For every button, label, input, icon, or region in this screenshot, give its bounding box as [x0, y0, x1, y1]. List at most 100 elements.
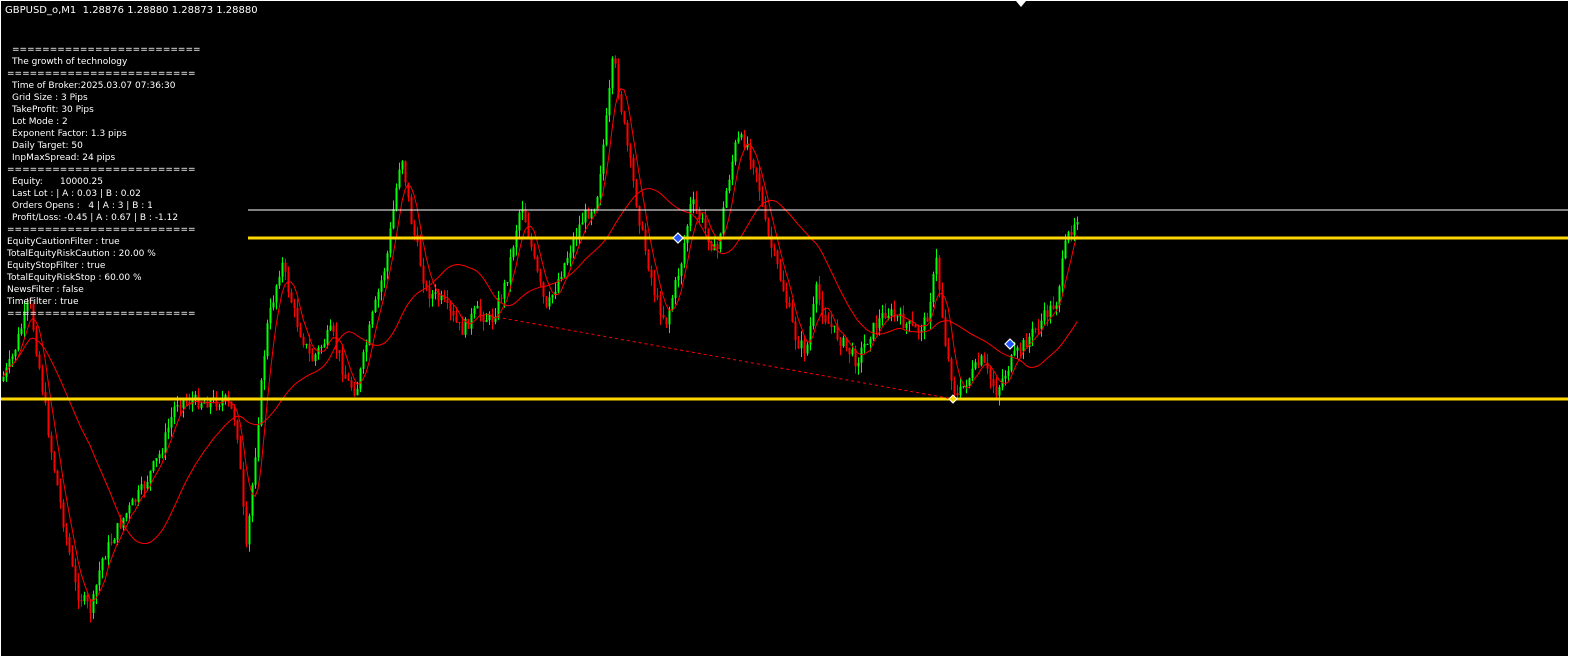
candle-body [524, 209, 527, 223]
candle-body [998, 387, 1001, 396]
candle-body [293, 302, 296, 308]
candle-body [566, 257, 569, 264]
candle-body [731, 161, 734, 180]
candle-body [323, 343, 326, 347]
candle-body [830, 323, 833, 328]
candle-body [269, 307, 272, 324]
candle-body [848, 347, 851, 355]
order-close-marker[interactable] [948, 394, 958, 404]
candle-body [272, 302, 275, 308]
candle-body [950, 358, 953, 381]
candle-body [935, 257, 938, 275]
candle-body [1040, 320, 1043, 329]
candle-body [608, 88, 611, 116]
candle-body [785, 291, 788, 303]
candle-body [668, 310, 671, 325]
candle-body [95, 585, 98, 595]
order-arrow-buy-marker[interactable] [672, 232, 684, 244]
candle-body [800, 340, 803, 349]
candle-body [164, 432, 167, 454]
candle-body [428, 287, 431, 299]
candle-body [335, 331, 338, 351]
candle-body [116, 523, 119, 540]
candle-body [311, 353, 314, 362]
candle-body [782, 279, 785, 292]
candle-body [623, 111, 626, 123]
candle-body [107, 542, 110, 559]
candle-body [1049, 305, 1052, 318]
candle-body [1016, 347, 1019, 351]
candle-body [446, 299, 449, 304]
candle-body [401, 161, 404, 170]
candle-body [173, 406, 176, 418]
candle-body [629, 145, 632, 159]
candle-body [350, 380, 353, 388]
candle-body [1019, 347, 1022, 352]
candle-body [599, 173, 602, 198]
candle-body [638, 206, 641, 226]
candle-body [479, 305, 482, 315]
candle-body [140, 484, 143, 491]
setting-lot-mode: Lot Mode : 2 [12, 117, 68, 127]
candle-body [1022, 339, 1025, 352]
candle-body [74, 565, 77, 583]
separator: ========================= [7, 165, 196, 175]
candle-body [14, 349, 17, 357]
candle-body [458, 322, 461, 324]
chart-shift-marker[interactable] [1016, 1, 1026, 7]
candle-body [131, 499, 134, 506]
setting-daily-target: Daily Target: 50 [12, 141, 83, 151]
candle-body [881, 312, 884, 319]
candle-body [242, 469, 245, 507]
candle-body [536, 256, 539, 272]
candle-body [938, 257, 941, 290]
candle-body [260, 380, 263, 426]
candle-body [695, 199, 698, 210]
order-arrow-sell-marker[interactable] [1004, 338, 1016, 350]
candle-body [797, 340, 800, 349]
candle-body [1004, 375, 1007, 379]
candle-body [362, 352, 365, 369]
candle-body [611, 58, 614, 89]
candle-body [86, 595, 89, 602]
candle-body [104, 558, 107, 560]
candle-body [701, 218, 704, 220]
candle-body [839, 339, 842, 347]
candle-body [743, 134, 746, 148]
candle-body [902, 313, 905, 329]
candle-body [572, 238, 575, 253]
candle-body [125, 513, 128, 518]
candle-body [632, 158, 635, 181]
candle-body [659, 297, 662, 316]
candle-body [239, 439, 242, 470]
candle-body [398, 169, 401, 188]
candle-body [257, 425, 260, 458]
candle-body [218, 405, 221, 407]
separator: ========================= [7, 69, 196, 79]
candle-body [509, 257, 512, 282]
stat-equity: Equity: 10000.25 [12, 177, 103, 187]
trend-line[interactable] [490, 315, 954, 400]
candle-body [539, 271, 542, 283]
candle-body [320, 346, 323, 348]
candle-body [683, 243, 686, 264]
chart-window[interactable]: GBPUSD_o,M1 1.28876 1.28880 1.28873 1.28… [0, 0, 1569, 657]
candle-body [725, 190, 728, 208]
candle-body [815, 284, 818, 304]
price-chart[interactable] [1, 1, 1568, 656]
ea-info-panel: ========================= The growth of … [7, 44, 201, 320]
candle-body [605, 115, 608, 145]
symbol-name: GBPUSD_o,M1 [5, 5, 77, 16]
candle-body [299, 327, 302, 337]
candle-body [113, 539, 116, 544]
candle-body [248, 515, 251, 545]
candle-body [62, 502, 65, 528]
candle-body [98, 570, 101, 586]
candle-body [35, 330, 38, 355]
candle-body [17, 333, 20, 350]
candle-body [377, 291, 380, 300]
setting-exponent-factor: Exponent Factor: 1.3 pips [12, 129, 127, 139]
candle-body [512, 247, 515, 258]
candle-body [365, 344, 368, 353]
candle-body [128, 505, 131, 514]
